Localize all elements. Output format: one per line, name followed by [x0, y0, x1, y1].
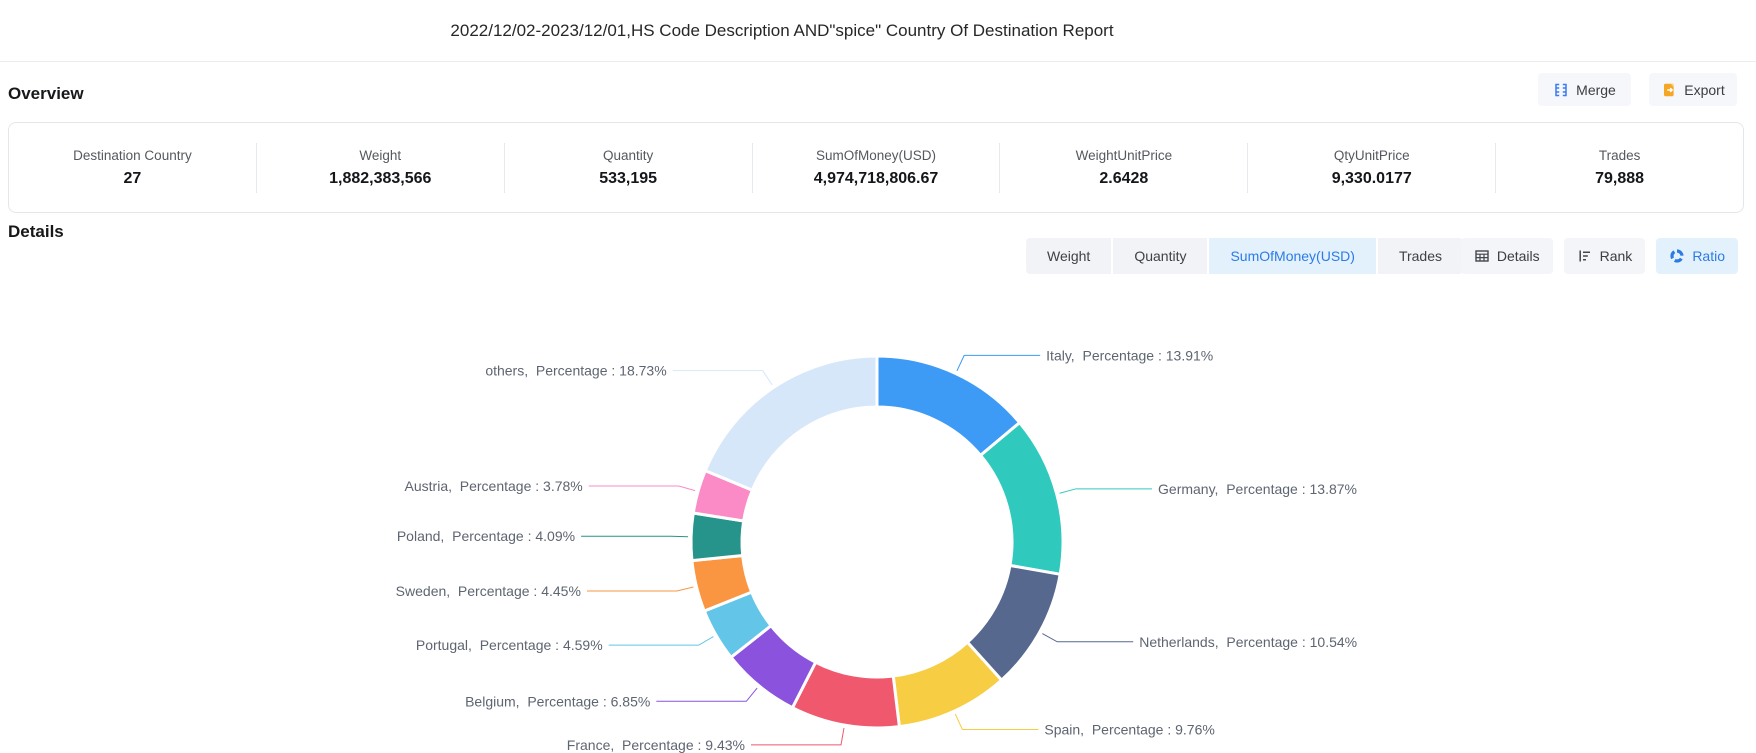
stat-value: 79,888: [1595, 170, 1644, 188]
details-heading: Details: [8, 222, 64, 242]
pie-label-poland: Poland, Percentage : 4.09%: [397, 528, 575, 544]
tab-weight[interactable]: Weight: [1026, 238, 1111, 274]
view-button-details[interactable]: Details: [1461, 238, 1553, 274]
stat-label: SumOfMoney(USD): [816, 148, 936, 163]
pie-label-netherlands: Netherlands, Percentage : 10.54%: [1139, 634, 1357, 650]
tab-sumofmoney-usd-[interactable]: SumOfMoney(USD): [1209, 238, 1375, 274]
stat-label: Weight: [359, 148, 401, 163]
stat-value: 533,195: [599, 170, 657, 188]
view-button-group: Details Rank Ratio: [1461, 238, 1738, 274]
stat-item: Trades 79,888: [1496, 148, 1743, 188]
tab-trades[interactable]: Trades: [1378, 238, 1463, 274]
stat-value: 27: [124, 170, 142, 188]
stat-item: Weight 1,882,383,566: [257, 148, 504, 188]
stat-value: 4,974,718,806.67: [814, 170, 939, 188]
merge-icon: [1553, 82, 1569, 98]
pie-label-belgium: Belgium, Percentage : 6.85%: [465, 693, 650, 709]
tab-quantity[interactable]: Quantity: [1113, 238, 1207, 274]
stat-value: 9,330.0177: [1332, 170, 1412, 188]
view-button-label: Ratio: [1692, 248, 1725, 264]
pie-label-others: others, Percentage : 18.73%: [485, 363, 666, 379]
pie-icon: [1669, 248, 1685, 264]
pie-label-italy: Italy, Percentage : 13.91%: [1046, 347, 1213, 363]
stat-item: Quantity 533,195: [505, 148, 752, 188]
pie-label-austria: Austria, Percentage : 3.78%: [405, 478, 583, 494]
pie-label-line-italy: [957, 355, 1040, 370]
overview-heading: Overview: [8, 84, 84, 104]
pie-slice-germany[interactable]: [981, 423, 1063, 575]
stat-item: WeightUnitPrice 2.6428: [1000, 148, 1247, 188]
view-button-label: Rank: [1600, 248, 1633, 264]
pie-label-line-others: [673, 371, 772, 385]
view-button-ratio[interactable]: Ratio: [1656, 238, 1738, 274]
export-button-label: Export: [1684, 82, 1724, 98]
pie-label-france: France, Percentage : 9.43%: [567, 737, 745, 753]
stat-label: QtyUnitPrice: [1334, 148, 1410, 163]
stat-label: WeightUnitPrice: [1076, 148, 1173, 163]
stat-label: Trades: [1599, 148, 1641, 163]
pie-label-portugal: Portugal, Percentage : 4.59%: [416, 637, 603, 653]
view-button-rank[interactable]: Rank: [1564, 238, 1646, 274]
export-button[interactable]: Export: [1649, 73, 1737, 106]
stat-label: Quantity: [603, 148, 653, 163]
table-icon: [1474, 248, 1490, 264]
view-button-label: Details: [1497, 248, 1540, 264]
pie-label-spain: Spain, Percentage : 9.76%: [1044, 721, 1214, 737]
stat-item: SumOfMoney(USD) 4,974,718,806.67: [753, 148, 1000, 188]
pie-label-line-austria: [589, 486, 695, 491]
overview-stats-card: Destination Country 27 Weight 1,882,383,566…: [8, 122, 1744, 213]
metric-tab-group: WeightQuantitySumOfMoney(USD)Trades: [1026, 238, 1463, 274]
pie-label-line-germany: [1060, 489, 1152, 493]
pie-label-line-netherlands: [1042, 634, 1133, 642]
stat-item: Destination Country 27: [9, 148, 256, 188]
pie-label-germany: Germany, Percentage : 13.87%: [1158, 481, 1357, 497]
stat-value: 2.6428: [1099, 170, 1148, 188]
rank-icon: [1577, 248, 1593, 264]
merge-button-label: Merge: [1576, 82, 1616, 98]
pie-slice-others[interactable]: [705, 356, 877, 490]
pie-label-sweden: Sweden, Percentage : 4.45%: [396, 583, 581, 599]
stat-label: Destination Country: [73, 148, 192, 163]
merge-button[interactable]: Merge: [1538, 73, 1631, 106]
pie-label-line-france: [751, 728, 844, 745]
pie-label-line-portugal: [609, 637, 714, 646]
export-icon: [1661, 82, 1677, 98]
pie-label-line-sweden: [587, 587, 694, 591]
pie-label-line-spain: [955, 714, 1038, 729]
report-title: 2022/12/02-2023/12/01,HS Code Descriptio…: [0, 0, 1756, 62]
donut-chart: Italy, Percentage : 13.91% Germany, Perce…: [0, 300, 1756, 753]
stat-item: QtyUnitPrice 9,330.0177: [1248, 148, 1495, 188]
stat-value: 1,882,383,566: [329, 170, 431, 188]
pie-label-line-belgium: [656, 688, 757, 701]
